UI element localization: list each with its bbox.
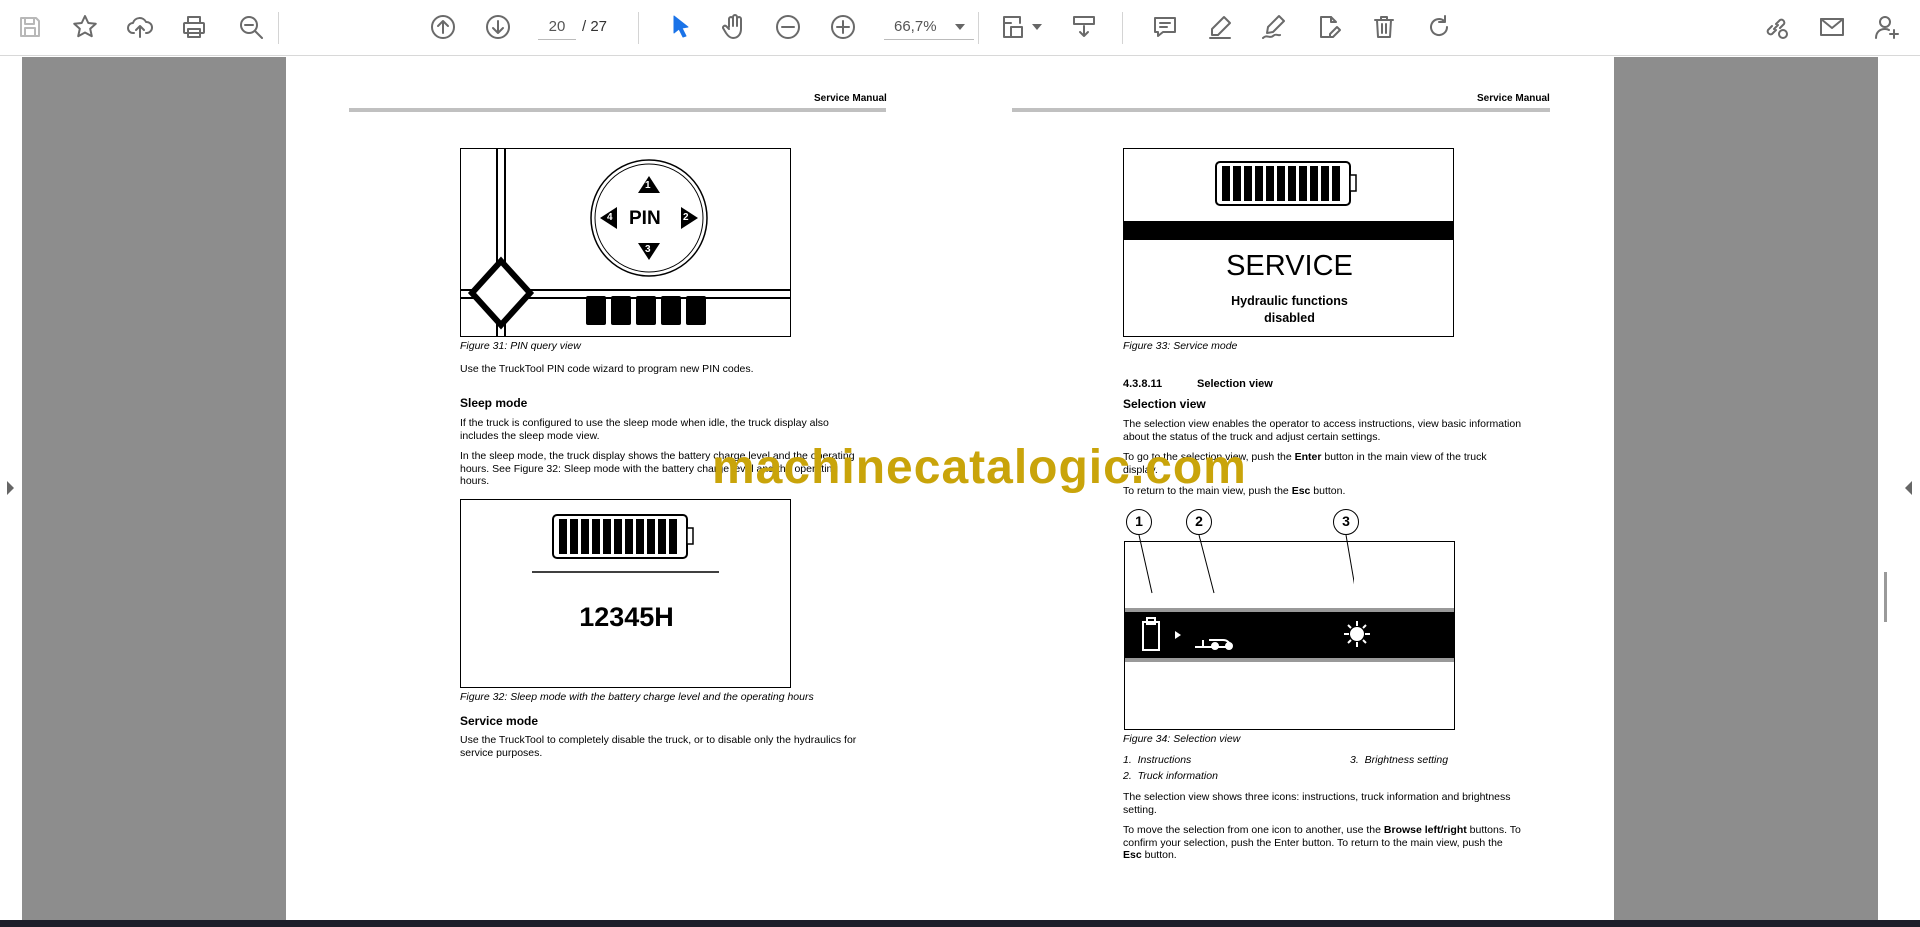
pin-label: PIN (629, 208, 661, 229)
paragraph: If the truck is configured to use the sl… (460, 417, 829, 442)
figure-pin-query: PIN 1 2 3 4 (460, 148, 791, 337)
paragraph: Use the TruckTool PIN code wizard to pro… (460, 363, 754, 375)
taskbar-edge (0, 920, 1920, 927)
callout-3: 3 (1333, 509, 1359, 535)
legend-item: 3. Brightness setting (1350, 754, 1449, 766)
edit-doc-icon[interactable] (1312, 10, 1346, 44)
service-line-2: disabled (1264, 311, 1315, 325)
page-down-icon[interactable] (481, 10, 515, 44)
zoom-dropdown-icon[interactable] (955, 24, 965, 30)
paragraph: The selection view shows three icons: in… (1123, 791, 1511, 816)
page-header: Service Manual (814, 93, 887, 104)
figure-caption: Figure 33: Service mode (1123, 340, 1238, 352)
figure-sleep-mode: 12345H (460, 499, 791, 688)
cursor-icon[interactable] (663, 10, 697, 44)
callout-2: 2 (1186, 509, 1212, 535)
section-heading: Sleep mode (460, 396, 528, 410)
sign-icon[interactable] (1257, 10, 1291, 44)
header-rule (1012, 108, 1550, 112)
sub-heading: Selection view (1123, 397, 1206, 411)
scroll-mode-icon[interactable] (1067, 10, 1101, 44)
header-rule (349, 108, 886, 112)
hand-icon[interactable] (717, 10, 751, 44)
figure-caption: Figure 31: PIN query view (460, 340, 581, 352)
section-number: 4.3.8.11 (1123, 378, 1163, 390)
figure-service-mode: SERVICE Hydraulic functions disabled (1123, 148, 1454, 337)
rotate-icon[interactable] (1422, 10, 1456, 44)
service-title: SERVICE (1226, 250, 1353, 282)
callout-1: 1 (1126, 509, 1152, 535)
page-header: Service Manual (1477, 93, 1550, 104)
pin-arrow-2-label: 2 (683, 212, 689, 223)
callout-leaders (1138, 534, 1354, 594)
watermark: machinecatalogic.com (712, 441, 1247, 494)
pin-arrow-4-label: 4 (607, 212, 613, 223)
legend-item: 1. Instructions (1123, 754, 1192, 766)
save-icon[interactable] (13, 10, 47, 44)
fit-dropdown-icon[interactable] (1032, 24, 1042, 30)
section-heading: Service mode (460, 714, 539, 728)
expand-right-panel-icon[interactable] (1905, 481, 1912, 495)
star-icon[interactable] (68, 10, 102, 44)
pin-arrow-3-label: 3 (645, 244, 651, 255)
right-panel (1878, 57, 1920, 920)
figure-caption: Figure 34: Selection view (1123, 733, 1241, 745)
page-up-icon[interactable] (426, 10, 460, 44)
highlight-icon[interactable] (1203, 10, 1237, 44)
toolbar: 20 / 27 66,7% (0, 0, 1920, 56)
paragraph: To move the selection from one icon to a… (1123, 824, 1521, 861)
pin-arrow-1-label: 1 (645, 180, 651, 191)
zoom-in-icon[interactable] (826, 10, 860, 44)
figure-caption: Figure 32: Sleep mode with the battery c… (460, 691, 814, 703)
link-icon[interactable] (1759, 10, 1793, 44)
page-number-input[interactable]: 20 (538, 14, 576, 40)
fit-page-icon[interactable] (995, 10, 1029, 44)
expand-left-panel-icon[interactable] (7, 481, 14, 495)
zoom-out-icon[interactable] (771, 10, 805, 44)
service-line-1: Hydraulic functions (1231, 294, 1348, 308)
comment-icon[interactable] (1148, 10, 1182, 44)
paragraph: Use the TruckTool to completely disable … (460, 734, 857, 759)
scrollbar-thumb[interactable] (1884, 572, 1887, 622)
add-user-icon[interactable] (1870, 10, 1904, 44)
zoom-search-icon[interactable] (234, 10, 268, 44)
upload-icon[interactable] (123, 10, 157, 44)
legend-item: 2. Truck information (1123, 770, 1218, 782)
section-title: Selection view (1197, 378, 1273, 390)
mail-icon[interactable] (1815, 10, 1849, 44)
page-total: / 27 (582, 18, 608, 35)
delete-icon[interactable] (1367, 10, 1401, 44)
print-icon[interactable] (177, 10, 211, 44)
operating-hours: 12345H (579, 602, 674, 632)
